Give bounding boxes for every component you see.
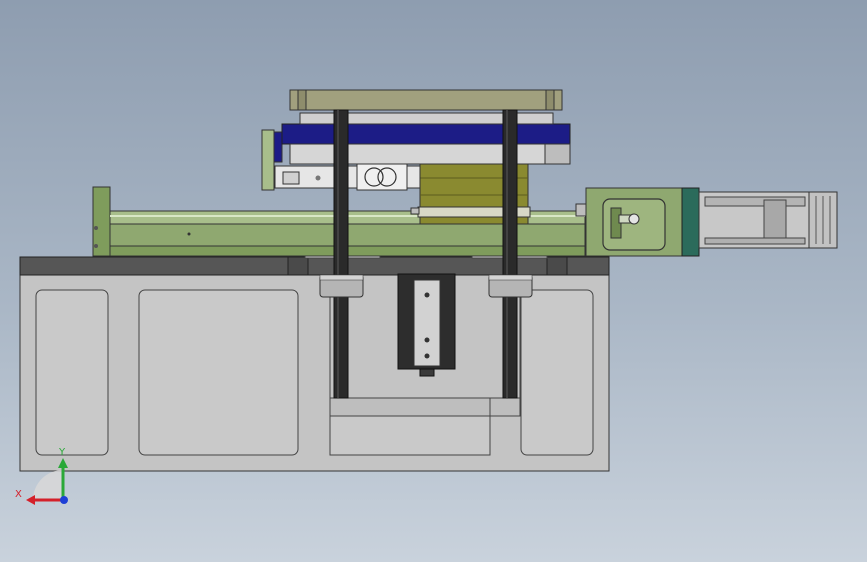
lift-cylinder[interactable] [397,273,456,377]
linear-bearing-right[interactable] [488,274,533,298]
servo-motor[interactable] [681,187,838,257]
frame-window [138,289,299,456]
cad-viewport[interactable]: Y X [0,0,867,562]
guide-column-right[interactable] [502,109,518,399]
assembly-model[interactable]: Y X [0,0,867,562]
guide-column-left[interactable] [333,109,349,399]
linear-bearing-left[interactable] [319,274,364,298]
frame-window [520,289,594,456]
frame-window [35,289,109,456]
top-cover-plate[interactable] [289,89,563,111]
frame-window [329,415,491,456]
motor-mount-housing[interactable] [575,187,683,257]
triad-y-label: Y [58,447,66,458]
triad-x-label: X [15,489,22,500]
